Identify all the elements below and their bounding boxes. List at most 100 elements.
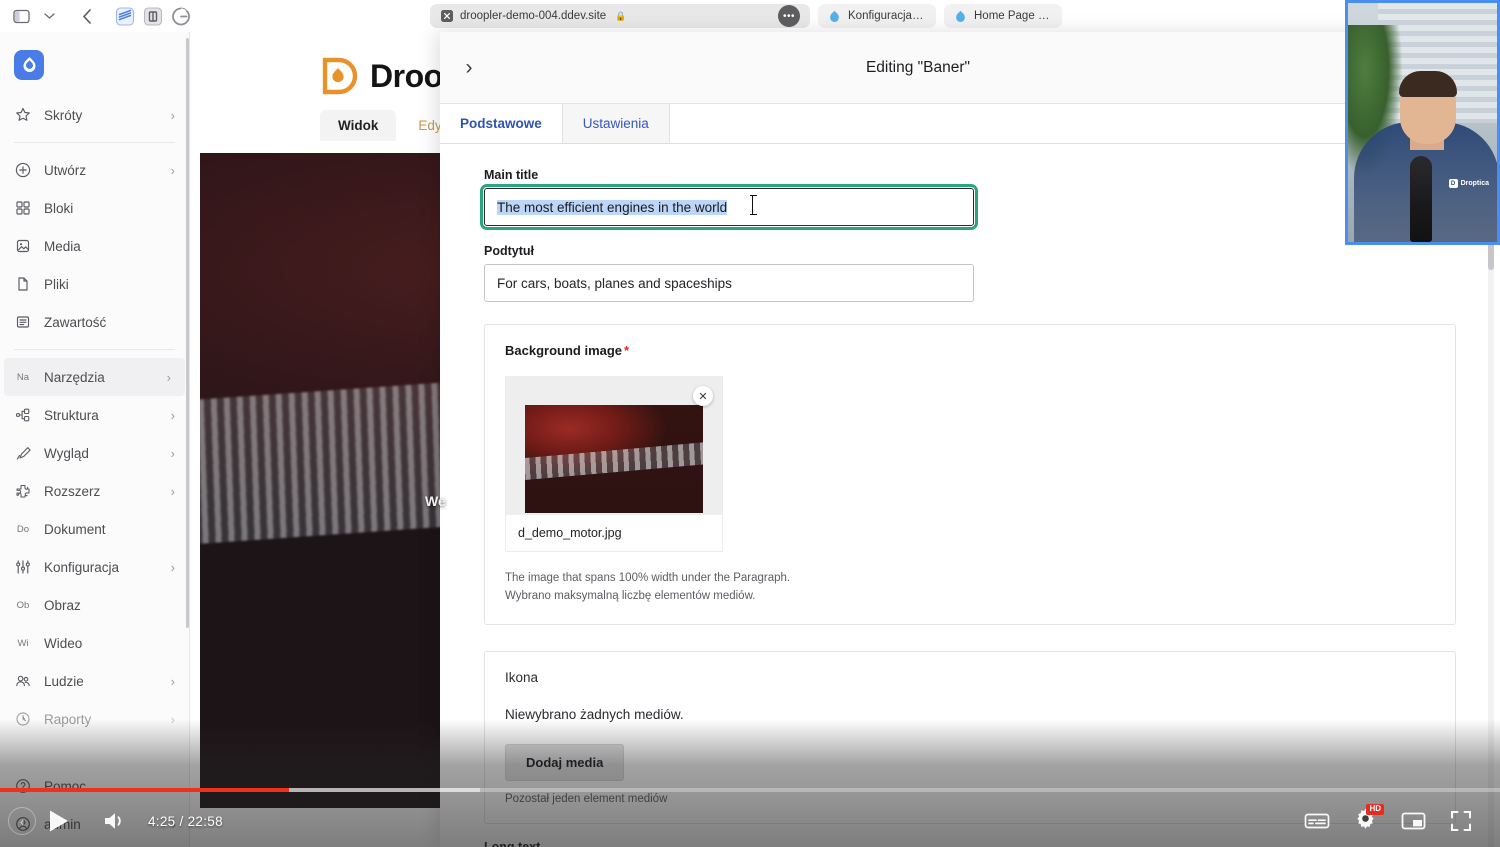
sidebar-item-ludzie[interactable]: Ludzie ›: [0, 662, 189, 700]
field-label: Podtytuł: [484, 244, 534, 258]
field-label: Background image *: [505, 343, 1435, 358]
previous-icon[interactable]: ‹: [8, 807, 36, 835]
media-thumbnail: [525, 405, 703, 513]
progress-played: [0, 788, 290, 792]
chevron-right-icon: ›: [170, 445, 175, 461]
sidebar-item-skroty[interactable]: Skróty ›: [0, 96, 189, 134]
required-marker: *: [624, 343, 630, 358]
tab-podstawowe[interactable]: Podstawowe: [440, 104, 563, 143]
sidebar-item-bloki[interactable]: Bloki: [0, 189, 189, 227]
field-label: Ikona: [505, 669, 539, 685]
fullscreen-icon[interactable]: [1440, 800, 1482, 842]
drupal-icon: [954, 10, 967, 23]
player-progress-bar[interactable]: [0, 788, 1500, 792]
subtitle-value: For cars, boats, planes and spaceships: [497, 275, 732, 291]
sidebar-item-label: Wideo: [44, 635, 83, 651]
chevron-down-icon[interactable]: [36, 4, 62, 28]
add-media-button[interactable]: Dodaj media: [505, 743, 625, 781]
sidebar-item-wideo[interactable]: Wi Wideo: [0, 624, 189, 662]
sidebar-item-obraz[interactable]: Ob Obraz: [0, 586, 189, 624]
droptica-mark-icon: D: [1448, 179, 1458, 188]
media-item[interactable]: ✕ d_demo_motor.jpg: [505, 376, 723, 552]
sidebar-toggle-icon[interactable]: [8, 4, 34, 28]
sidebar-group-content: Utwórz › Bloki Media Pliki Zawartość: [0, 151, 189, 341]
modal-form: Main title The most efficient engines in…: [440, 168, 1500, 824]
text-cursor: [750, 195, 757, 215]
main-title-input[interactable]: The most efficient engines in the world: [480, 184, 978, 230]
browser-tab-label: Home Page | Dr...: [974, 10, 1052, 22]
sidebar-item-konfiguracja[interactable]: Konfiguracja ›: [0, 548, 189, 586]
sidebar-item-label: Wygląd: [44, 445, 89, 461]
webcam-overlay: D Droptica: [1345, 0, 1500, 245]
dokument-icon: Do: [16, 523, 30, 535]
quality-badge: HD: [1366, 804, 1384, 815]
droptica-shirt-logo: D Droptica: [1448, 179, 1489, 188]
close-x-icon[interactable]: [440, 10, 453, 23]
chevron-right-icon: ›: [170, 673, 175, 689]
remove-media-icon[interactable]: ✕: [693, 386, 713, 406]
tab-overflow-button[interactable]: •••: [778, 5, 800, 27]
background-image-label: Background image: [505, 343, 623, 358]
browser-tab-homepage[interactable]: Home Page | Dr...: [944, 4, 1062, 28]
field-background-image: Background image * ✕ d_demo_motor.jpg The…: [484, 324, 1456, 625]
modal-body: Main title The most efficient engines in…: [440, 144, 1500, 847]
main-title-value: The most efficient engines in the world: [497, 199, 728, 215]
sidebar-item-label: Konfiguracja: [44, 559, 120, 575]
chevron-right-icon: ›: [166, 369, 171, 385]
tab-widok[interactable]: Widok: [320, 110, 397, 141]
extension-icon[interactable]: [112, 4, 138, 28]
back-icon[interactable]: [74, 4, 100, 28]
sidebar-item-narzedzia[interactable]: Na Narzędzia ›: [4, 358, 185, 396]
sidebar-scrollbar[interactable]: [186, 38, 189, 628]
field-label: Main title: [484, 168, 539, 182]
chevron-right-icon: ›: [170, 711, 175, 727]
help-line-1: The image that spans 100% width under th…: [505, 572, 791, 584]
reader-icon[interactable]: [140, 4, 166, 28]
chevron-right-icon[interactable]: ›: [454, 53, 484, 83]
brush-icon: [14, 444, 32, 462]
chevron-right-icon: ›: [170, 162, 175, 178]
admin-sidebar: Skróty › Utwórz › Bloki Media Pliki Zawa…: [0, 32, 190, 847]
sidebar-item-label: Utwórz: [44, 162, 87, 178]
sidebar-item-label: Ludzie: [44, 673, 84, 689]
sidebar-item-raporty[interactable]: Raporty ›: [0, 700, 189, 738]
browser-tab-konfiguracja[interactable]: Konfiguracja | D...: [818, 4, 936, 28]
sidebar-item-dokument[interactable]: Do Dokument: [0, 510, 189, 548]
editing-modal: › Editing "Baner" Podstawowe Ustawienia …: [440, 32, 1500, 847]
subtitle-input[interactable]: For cars, boats, planes and spaceships: [484, 264, 974, 302]
tab-ustawienia[interactable]: Ustawienia: [562, 104, 670, 143]
sidebar-item-label: Narzędzia: [44, 369, 105, 385]
puzzle-icon: [14, 482, 32, 500]
browser-toolbar: droopler-demo-004.ddev.site 🔒 ••• Konfig…: [0, 0, 1500, 32]
play-icon[interactable]: [38, 800, 80, 842]
sidebar-item-label: Skróty: [44, 107, 83, 123]
sidebar-item-wyglad[interactable]: Wygląd ›: [0, 434, 189, 472]
obraz-icon: Ob: [16, 599, 30, 611]
chevron-right-icon: ›: [170, 559, 175, 575]
structure-icon: [14, 406, 32, 424]
grammarly-icon[interactable]: [168, 4, 194, 28]
site-name: Droo: [370, 57, 443, 94]
volume-icon[interactable]: [94, 800, 136, 842]
sidebar-item-label: Raporty: [44, 711, 92, 727]
sidebar-item-pliki[interactable]: Pliki: [0, 265, 189, 303]
sidebar-item-rozszerz[interactable]: Rozszerz ›: [0, 472, 189, 510]
sidebar-item-media[interactable]: Media: [0, 227, 189, 265]
content-icon: [14, 313, 32, 331]
sidebar-item-label: Bloki: [44, 200, 74, 216]
reports-icon: [14, 710, 32, 728]
hero-text: We: [425, 493, 446, 509]
sidebar-item-label: Struktura: [44, 407, 99, 423]
sidebar-item-struktura[interactable]: Struktura ›: [0, 396, 189, 434]
subtitles-icon[interactable]: [1296, 800, 1338, 842]
plus-circle-icon: [14, 161, 32, 179]
browser-tab-active[interactable]: droopler-demo-004.ddev.site 🔒 •••: [430, 4, 810, 28]
picture-in-picture-icon[interactable]: [1392, 800, 1434, 842]
settings-button[interactable]: HD: [1344, 800, 1386, 842]
sidebar-item-label: Zawartość: [44, 314, 107, 330]
sidebar-item-utworz[interactable]: Utwórz ›: [0, 151, 189, 189]
sidebar-item-zawartosc[interactable]: Zawartość: [0, 303, 189, 341]
media-preview-area: ✕: [506, 377, 722, 515]
drupal-logo-icon[interactable]: [14, 50, 44, 80]
media-file-name: d_demo_motor.jpg: [506, 515, 722, 551]
